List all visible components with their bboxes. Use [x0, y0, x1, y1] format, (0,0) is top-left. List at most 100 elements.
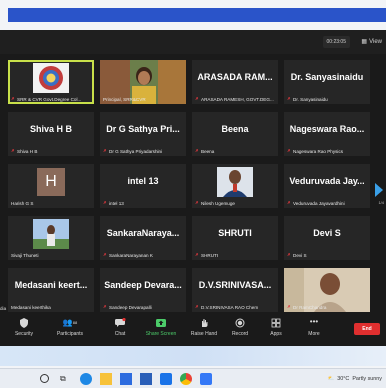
security-button[interactable]: Security: [4, 318, 44, 337]
participant-display-name: Dr. Sanyasinaidu: [290, 72, 364, 82]
participant-name-label: ✗ Dr. Sanyasinaidu: [287, 97, 368, 102]
more-button[interactable]: ••• More: [294, 317, 334, 338]
participant-tile[interactable]: Devi S ✗ Devi S: [284, 216, 370, 260]
weather-text: Partly sunny: [352, 376, 382, 382]
store-icon[interactable]: [120, 373, 132, 385]
zoom-app-icon[interactable]: [160, 373, 172, 385]
muted-mic-icon: ✗: [11, 97, 16, 102]
end-meeting-button[interactable]: End: [354, 323, 380, 335]
partly-sunny-icon: ⛅: [327, 376, 335, 382]
participant-display-name: SankaraNaraya...: [106, 228, 180, 238]
participant-tile[interactable]: H Harish G S: [8, 164, 94, 208]
meeting-timer: 00:23:05: [322, 36, 350, 48]
participant-name-label: ✗ ARASADA RAMESH, GOVT.DEG...: [195, 97, 276, 102]
participant-name-text: Nageswara Rao Physics: [293, 149, 344, 154]
participant-photo: [33, 219, 69, 249]
muted-mic-icon: ✗: [287, 149, 292, 154]
more-dots-icon: •••: [309, 317, 319, 326]
desktop-wallpaper: [0, 346, 386, 366]
muted-mic-icon: ✗: [195, 201, 200, 206]
next-page-arrow-icon[interactable]: [374, 182, 384, 198]
participant-name-label: ✗ SHRUTI: [195, 253, 276, 258]
participant-name-label: ✗ Devi S: [287, 253, 368, 258]
meeting-toolbar: Security 👥88 Participants Chat Share Scr…: [0, 314, 386, 346]
apps-label: Apps: [270, 331, 282, 337]
raise-hand-button[interactable]: Raise Hand: [184, 318, 224, 337]
participant-name-text: Harish G S: [11, 201, 34, 206]
chat-bubble-icon: [115, 318, 126, 327]
muted-mic-icon: ✗: [11, 149, 16, 154]
muted-mic-icon: ✗: [103, 201, 108, 206]
muted-mic-icon: ✗: [195, 305, 200, 310]
participant-tile[interactable]: Dr G Sathya Pri... ✗ Dr G Sathya Priyadars…: [100, 112, 186, 156]
participant-name-text: SankaraNarayanan K: [109, 253, 153, 258]
share-screen-button[interactable]: Share Screen: [138, 318, 184, 337]
search-icon[interactable]: [40, 374, 49, 383]
participant-tile[interactable]: Medasani keert... Medasani keerthika: [8, 268, 94, 312]
muted-mic-icon: ✗: [195, 97, 200, 102]
participant-name-label: ✗ Veduruvada Jayavardhini: [287, 201, 368, 206]
meeting-window: 00:23:05 ▦ View ✗ SRR & CVR Govt.Degree C…: [0, 30, 386, 346]
participant-tile[interactable]: Principal, SRR&CVR: [100, 60, 186, 104]
chat-button[interactable]: Chat: [100, 318, 140, 337]
task-view-icon[interactable]: ⧉: [60, 373, 72, 385]
participant-tile[interactable]: Veduruvada Jay... ✗ Veduruvada Jayavardhin…: [284, 164, 370, 208]
participant-name-label: Principal, SRR&CVR: [103, 97, 184, 102]
participant-name-label: ✗ Shiva H B: [11, 149, 92, 154]
participant-tile[interactable]: Sivaji Thuneti: [8, 216, 94, 260]
hand-icon: [202, 319, 208, 327]
edge-icon[interactable]: [80, 373, 92, 385]
participant-photo: [217, 167, 253, 197]
participant-tile[interactable]: ✗ Dr RamChandra: [284, 268, 370, 312]
muted-mic-icon: ✗: [287, 305, 292, 310]
participant-name-label: ✗ Dr RamChandra: [287, 305, 368, 310]
participant-name-text: SRR & CVR Govt.Degree Col...: [17, 97, 82, 102]
weather-widget[interactable]: ⛅ 30°C Partly sunny: [328, 373, 382, 385]
participant-tile[interactable]: Nageswara Rao... ✗ Nageswara Rao Physics: [284, 112, 370, 156]
participant-name-text: Medasani keerthika: [11, 305, 51, 310]
meeting-app-icon[interactable]: [200, 373, 212, 385]
participant-name-text: Sandeep Devarapalli: [109, 305, 152, 310]
participant-tile[interactable]: D.V.SRINIVASA... ✗ D.V.SRINIVASA RAO Chem: [192, 268, 278, 312]
participant-name-label: Harish G S: [11, 201, 92, 206]
view-label: View: [369, 39, 382, 45]
share-screen-label: Share Screen: [145, 331, 177, 337]
muted-mic-icon: ✗: [103, 149, 108, 154]
participant-tile[interactable]: Beena ✗ Beena: [192, 112, 278, 156]
more-label: More: [308, 331, 320, 337]
participant-tile[interactable]: SankaraNaraya... ✗ SankaraNarayanan K: [100, 216, 186, 260]
participant-tile[interactable]: SHRUTI ✗ SHRUTI: [192, 216, 278, 260]
participant-tile[interactable]: Dr. Sanyasinaidu ✗ Dr. Sanyasinaidu: [284, 60, 370, 104]
participants-icon: 👥88: [62, 318, 78, 327]
participant-name-text: Devi S: [293, 253, 307, 258]
apps-button[interactable]: Apps: [256, 318, 296, 337]
weather-temp: 30°C: [337, 376, 350, 382]
participant-tile[interactable]: Sandeep Devara... ✗ Sandeep Devarapalli: [100, 268, 186, 312]
participant-name-text: SHRUTI: [201, 253, 219, 258]
participant-tile[interactable]: ✗ SRR & CVR Govt.Degree Col...: [8, 60, 94, 104]
participant-tile[interactable]: ✗ Nilesh Ugemuge: [192, 164, 278, 208]
participant-display-name: D.V.SRINIVASA...: [198, 280, 272, 290]
participant-tile[interactable]: intel 13 ✗ intel 13: [100, 164, 186, 208]
participant-display-name: SHRUTI: [218, 228, 252, 238]
chrome-icon[interactable]: [180, 373, 192, 385]
avatar: H: [37, 168, 65, 196]
muted-mic-icon: ✗: [103, 305, 108, 310]
participant-name-text: Beena: [201, 149, 215, 154]
participant-display-name: Dr G Sathya Pri...: [106, 124, 180, 134]
participant-name-text: ARASADA RAMESH, GOVT.DEG...: [201, 97, 274, 102]
participants-count: 88: [72, 320, 78, 325]
file-explorer-icon[interactable]: [100, 373, 112, 385]
participant-tile[interactable]: Shiva H B ✗ Shiva H B: [8, 112, 94, 156]
record-button[interactable]: Record: [220, 318, 260, 337]
mail-icon[interactable]: [140, 373, 152, 385]
participants-button[interactable]: 👥88 Participants: [46, 318, 94, 337]
participant-name-text: intel 13: [109, 201, 124, 206]
screen-photo: 00:23:05 ▦ View ✗ SRR & CVR Govt.Degree C…: [0, 0, 386, 388]
muted-mic-icon: ✗: [287, 253, 292, 258]
view-button[interactable]: ▦ View: [361, 36, 382, 48]
participant-name-label: ✗ intel 13: [103, 201, 184, 206]
participant-name-label: ✗ Nilesh Ugemuge: [195, 201, 276, 206]
participant-tile[interactable]: ARASADA RAM... ✗ ARASADA RAMESH, GOVT.DEG.…: [192, 60, 278, 104]
participant-display-name: Veduruvada Jay...: [289, 176, 365, 186]
